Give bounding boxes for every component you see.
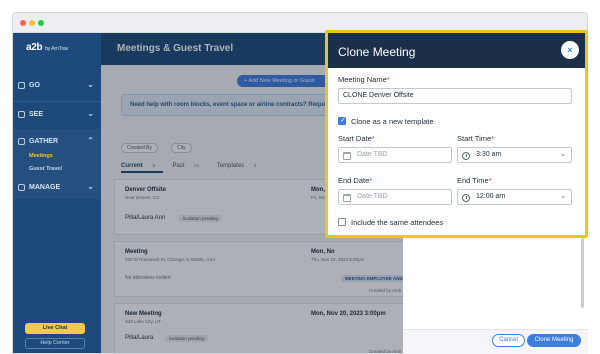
end-date-placeholder: Date TBD [357,193,388,200]
manage-icon [18,184,25,191]
same-attendees-label[interactable]: Include the same attendees [351,218,443,227]
go-icon [18,82,25,89]
sidebar-item-label: MANAGE [29,184,61,191]
sidebar-item-see[interactable]: SEE ⌄ [13,102,101,128]
clock-icon [462,152,470,160]
start-time-value: 3:30 am [476,151,502,158]
close-button[interactable]: × [561,41,579,59]
start-time-label: Start Time* [457,134,494,143]
chevron-down-icon: ⌄ [560,151,566,158]
meeting-name-input[interactable]: CLONE Denver Offsite [338,88,572,104]
clone-meeting-modal: Clone Meeting × Meeting Name* CLONE Denv… [325,30,588,238]
minimize-window-dot[interactable] [29,20,35,26]
clone-template-label[interactable]: Clone as a new template [351,117,434,126]
start-date-input[interactable]: Date TBD [338,147,452,163]
required-mark: * [488,176,492,185]
maximize-window-dot[interactable] [38,20,44,26]
logo-subtext: by AmTrav [44,46,69,52]
sidebar: a2b by AmTrav GO ⌄ SEE ⌄ GATHER ⌃ Meetin… [13,33,101,353]
cancel-button[interactable]: Cancel [492,334,525,347]
required-mark: * [369,176,373,185]
end-time-label: End Time* [457,176,492,185]
clone-template-checkbox[interactable]: ✓ [338,117,346,125]
start-time-select[interactable]: 3:30 am ⌄ [457,147,572,163]
sidebar-item-label: GATHER [29,138,59,145]
label-text: End Date [338,176,370,185]
modal-title: Clone Meeting [338,45,416,59]
sidebar-item-label: SEE [29,111,44,118]
close-window-dot[interactable] [20,20,26,26]
required-mark: * [371,134,375,143]
label-text: Meeting Name [338,75,387,84]
sidebar-item-label: GO [29,82,40,89]
panel-footer: Cancel Clone Meeting [403,329,588,354]
sidebar-subitem-meetings[interactable]: Meetings [29,153,53,159]
label-text: Start Date [338,134,372,143]
end-date-label: End Date* [338,176,372,185]
logo-text: a2b [26,42,43,53]
check-icon: ✓ [340,117,346,124]
close-icon: × [567,45,573,55]
meeting-name-label: Meeting Name* [338,75,390,84]
chevron-down-icon: ⌄ [87,182,94,191]
panel-scrollbar[interactable] [581,238,584,308]
clock-icon [462,194,470,202]
see-icon [18,111,25,118]
help-center-button[interactable]: Help Center [25,338,85,349]
calendar-icon [343,194,351,202]
logo[interactable]: a2b by AmTrav [26,42,69,53]
chevron-down-icon: ⌄ [87,80,94,89]
start-date-placeholder: Date TBD [357,151,388,158]
end-time-value: 12:00 am [476,193,506,200]
start-date-label: Start Date* [338,134,375,143]
end-time-select[interactable]: 12:00 am ⌄ [457,189,572,205]
modal-header: Clone Meeting × [328,33,585,68]
sidebar-subitem-guest-travel[interactable]: Guest Travel [29,166,62,172]
chevron-up-icon: ⌃ [87,136,94,145]
label-text: End Time [457,176,489,185]
gather-icon [18,138,25,145]
calendar-icon [343,152,351,160]
live-chat-button[interactable]: Live Chat [25,323,85,334]
required-mark: * [386,75,390,84]
label-text: Start Time [457,134,492,143]
chevron-down-icon: ⌄ [87,109,94,118]
sidebar-item-go[interactable]: GO ⌄ [13,73,101,99]
clone-meeting-button[interactable]: Clone Meeting [527,334,581,347]
chevron-down-icon: ⌄ [560,193,566,200]
same-attendees-checkbox[interactable] [338,218,346,226]
required-mark: * [491,134,495,143]
sidebar-item-manage[interactable]: MANAGE ⌄ [13,175,101,201]
end-date-input[interactable]: Date TBD [338,189,452,205]
